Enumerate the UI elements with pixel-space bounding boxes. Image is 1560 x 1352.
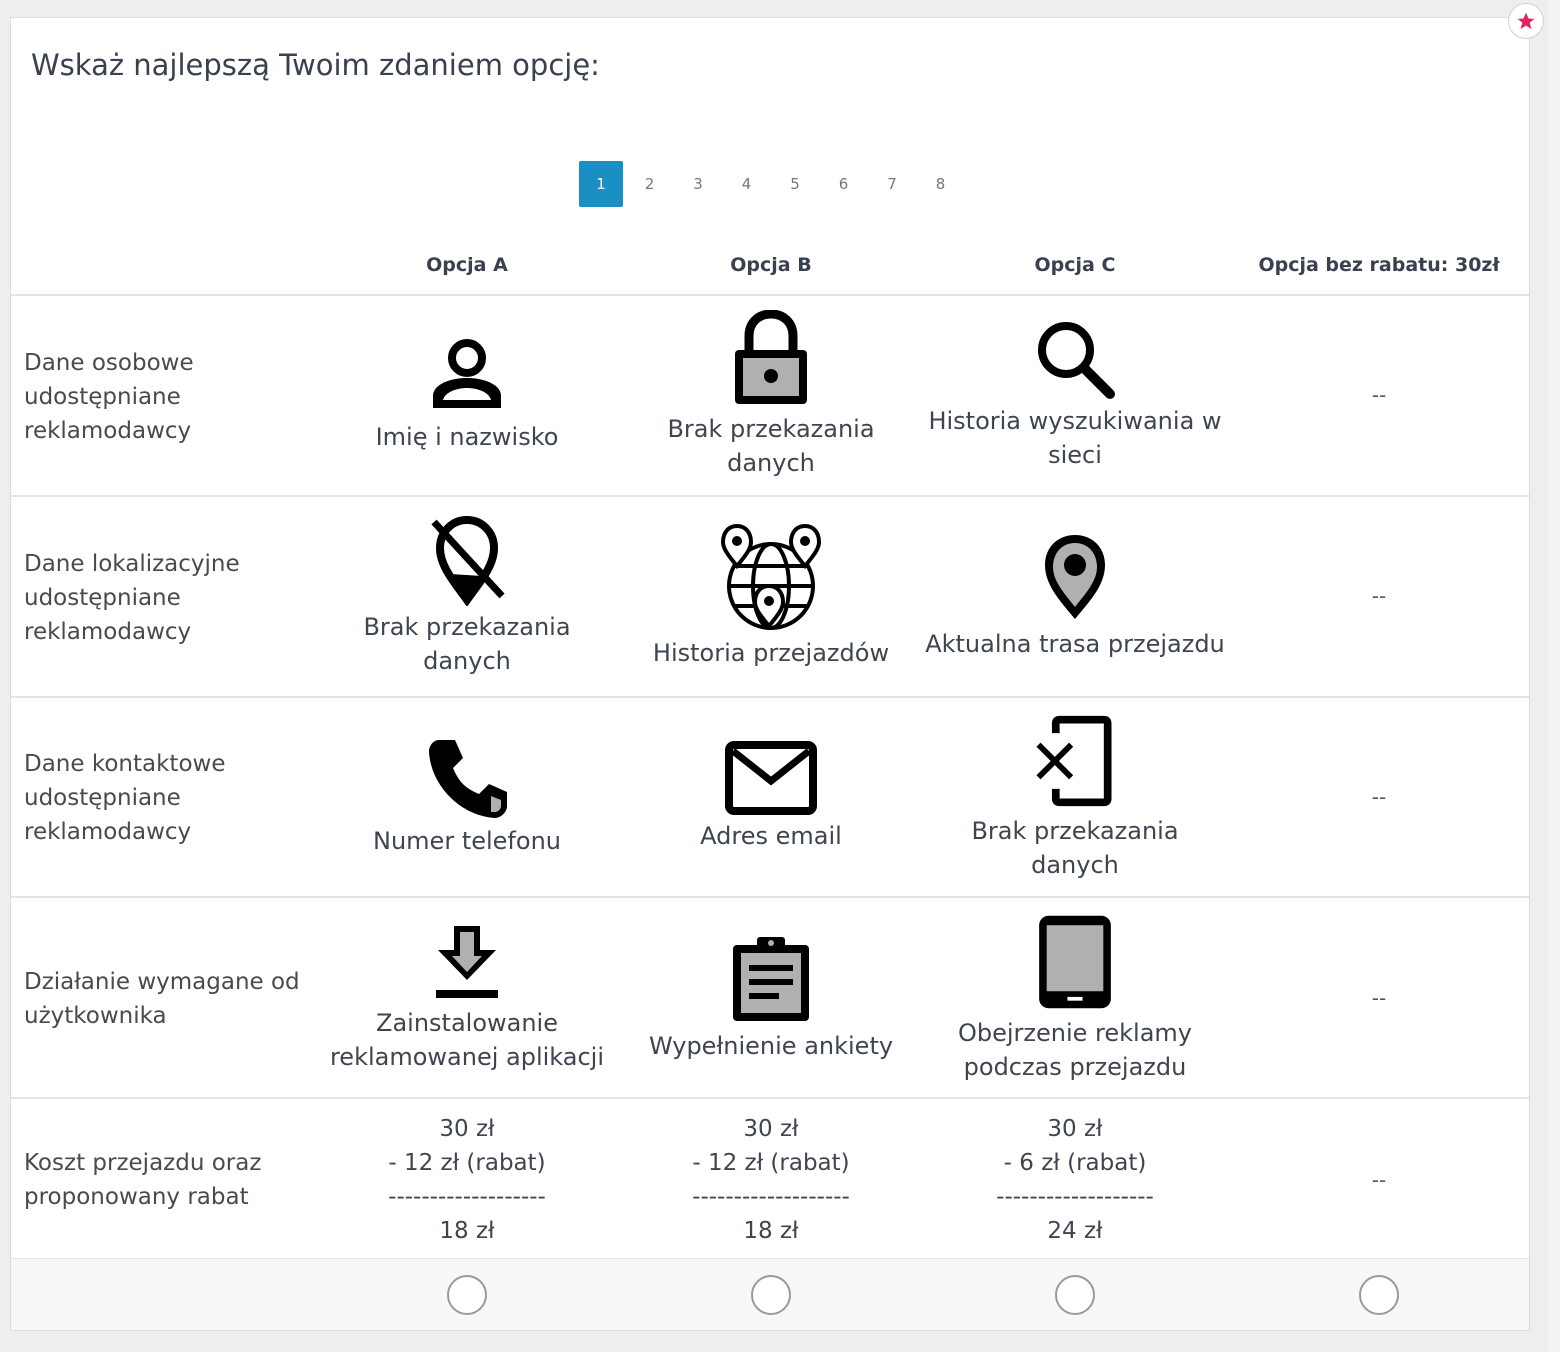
star-icon bbox=[1517, 12, 1535, 29]
clipboard-icon bbox=[733, 937, 809, 1021]
cell-b-action: Wypełnienie ankiety bbox=[621, 912, 921, 1084]
divider bbox=[11, 696, 1529, 698]
cell-c-action: Obejrzenie reklamy podczas przejazdu bbox=[925, 912, 1225, 1084]
page-8[interactable]: 8 bbox=[919, 161, 963, 207]
empty-value: -- bbox=[1371, 1168, 1387, 1192]
cell-none-action: -- bbox=[1229, 912, 1529, 1084]
column-header-c: Opcja C bbox=[1034, 254, 1116, 276]
price-final: 24 zł bbox=[1047, 1218, 1103, 1244]
person-icon bbox=[433, 339, 501, 408]
page-5[interactable]: 5 bbox=[773, 161, 817, 207]
price-final: 18 zł bbox=[743, 1218, 799, 1244]
cell-a-location: Brak przekazania danych bbox=[317, 511, 617, 681]
divider bbox=[11, 1097, 1529, 1099]
column-header-none: Opcja bez rabatu: 30zł bbox=[1258, 254, 1500, 276]
cell-text: Brak przekazania danych bbox=[363, 613, 571, 675]
empty-value: -- bbox=[1371, 785, 1387, 809]
question-card: Wskaż najlepszą Twoim zdaniem opcję: 1 2… bbox=[10, 17, 1530, 1331]
globe-pins-icon bbox=[720, 523, 822, 630]
cell-a-cost: 30 zł - 12 zł (rabat) ------------------… bbox=[317, 1112, 617, 1248]
divider bbox=[11, 896, 1529, 898]
scrollbar[interactable] bbox=[1548, 0, 1560, 1352]
price-base: 30 zł bbox=[743, 1116, 799, 1142]
empty-value: -- bbox=[1371, 986, 1387, 1010]
download-icon bbox=[436, 926, 498, 998]
cell-none-cost: -- bbox=[1229, 1112, 1529, 1248]
cell-text: Numer telefonu bbox=[373, 827, 561, 855]
empty-value: -- bbox=[1371, 383, 1387, 407]
envelope-icon bbox=[725, 741, 817, 815]
cell-text: Brak przekazania danych bbox=[971, 817, 1179, 879]
cell-text: Historia przejazdów bbox=[652, 639, 890, 667]
cell-text: Obejrzenie reklamy podczas przejazdu bbox=[957, 1019, 1193, 1081]
cell-b-personal: Brak przekazania danych bbox=[621, 310, 921, 480]
search-icon bbox=[1038, 322, 1115, 399]
question-title: Wskaż najlepszą Twoim zdaniem opcję: bbox=[31, 48, 600, 82]
radio-option-a[interactable] bbox=[447, 1275, 487, 1315]
cell-a-action: Zainstalowanie reklamowanej aplikacji bbox=[317, 912, 617, 1084]
phone-off-icon bbox=[1036, 715, 1112, 807]
price-base: 30 zł bbox=[439, 1116, 495, 1142]
cell-none-personal: -- bbox=[1229, 310, 1529, 480]
price-discount: - 12 zł (rabat) bbox=[692, 1150, 850, 1176]
page-1[interactable]: 1 bbox=[579, 161, 623, 207]
price-separator: ------------------- bbox=[996, 1184, 1154, 1210]
cell-none-contact: -- bbox=[1229, 712, 1529, 882]
price-discount: - 12 zł (rabat) bbox=[388, 1150, 546, 1176]
cell-text: Imię i nazwisko bbox=[375, 423, 559, 451]
price-discount: - 6 zł (rabat) bbox=[1003, 1150, 1147, 1176]
page-4[interactable]: 4 bbox=[725, 161, 769, 207]
cell-c-contact: Brak przekazania danych bbox=[925, 712, 1225, 882]
cell-text: Zainstalowanie reklamowanej aplikacji bbox=[329, 1009, 605, 1071]
cell-text: Adres email bbox=[700, 822, 842, 850]
empty-value: -- bbox=[1371, 584, 1387, 608]
cell-none-location: -- bbox=[1229, 511, 1529, 681]
cell-text: Wypełnienie ankiety bbox=[648, 1032, 894, 1060]
page-6[interactable]: 6 bbox=[822, 161, 866, 207]
price-final: 18 zł bbox=[439, 1218, 495, 1244]
cell-c-personal: Historia wyszukiwania w sieci bbox=[925, 310, 1225, 480]
pagination: 1 2 3 4 5 6 7 8 bbox=[579, 161, 967, 207]
page-7[interactable]: 7 bbox=[870, 161, 914, 207]
cell-a-contact: Numer telefonu bbox=[317, 712, 617, 882]
radio-option-none[interactable] bbox=[1359, 1275, 1399, 1315]
cell-text: Brak przekazania danych bbox=[667, 415, 875, 477]
cell-c-location: Aktualna trasa przejazdu bbox=[925, 511, 1225, 681]
divider bbox=[11, 294, 1529, 296]
location-off-icon bbox=[431, 515, 505, 606]
row-label-personal-data: Dane osobowe udostępniane reklamodawcy bbox=[24, 350, 194, 444]
cell-a-personal: Imię i nazwisko bbox=[317, 310, 617, 480]
lock-icon bbox=[735, 310, 807, 404]
column-header-b: Opcja B bbox=[730, 254, 812, 276]
divider bbox=[11, 495, 1529, 497]
row-label-location-data: Dane lokalizacyjne udostępniane reklamod… bbox=[24, 551, 240, 645]
phone-icon bbox=[429, 740, 507, 818]
cell-text: Aktualna trasa przejazdu bbox=[925, 630, 1225, 658]
radio-option-c[interactable] bbox=[1055, 1275, 1095, 1315]
map-pin-icon bbox=[1045, 535, 1105, 619]
cell-b-location: Historia przejazdów bbox=[621, 511, 921, 681]
column-header-a: Opcja A bbox=[426, 254, 508, 276]
cell-b-contact: Adres email bbox=[621, 712, 921, 882]
price-separator: ------------------- bbox=[388, 1184, 546, 1210]
row-label-contact-data: Dane kontaktowe udostępniane reklamodawc… bbox=[24, 751, 226, 845]
cell-c-cost: 30 zł - 6 zł (rabat) -------------------… bbox=[925, 1112, 1225, 1248]
row-label-cost: Koszt przejazdu oraz proponowany rabat bbox=[24, 1150, 262, 1210]
tablet-icon bbox=[1039, 915, 1111, 1009]
row-label-user-action: Działanie wymagane od użytkownika bbox=[24, 969, 300, 1029]
radio-option-b[interactable] bbox=[751, 1275, 791, 1315]
cell-text: Historia wyszukiwania w sieci bbox=[928, 407, 1222, 469]
page-2[interactable]: 2 bbox=[628, 161, 672, 207]
page-3[interactable]: 3 bbox=[676, 161, 720, 207]
cell-b-cost: 30 zł - 12 zł (rabat) ------------------… bbox=[621, 1112, 921, 1248]
price-base: 30 zł bbox=[1047, 1116, 1103, 1142]
price-separator: ------------------- bbox=[692, 1184, 850, 1210]
favorite-badge[interactable] bbox=[1508, 3, 1544, 39]
